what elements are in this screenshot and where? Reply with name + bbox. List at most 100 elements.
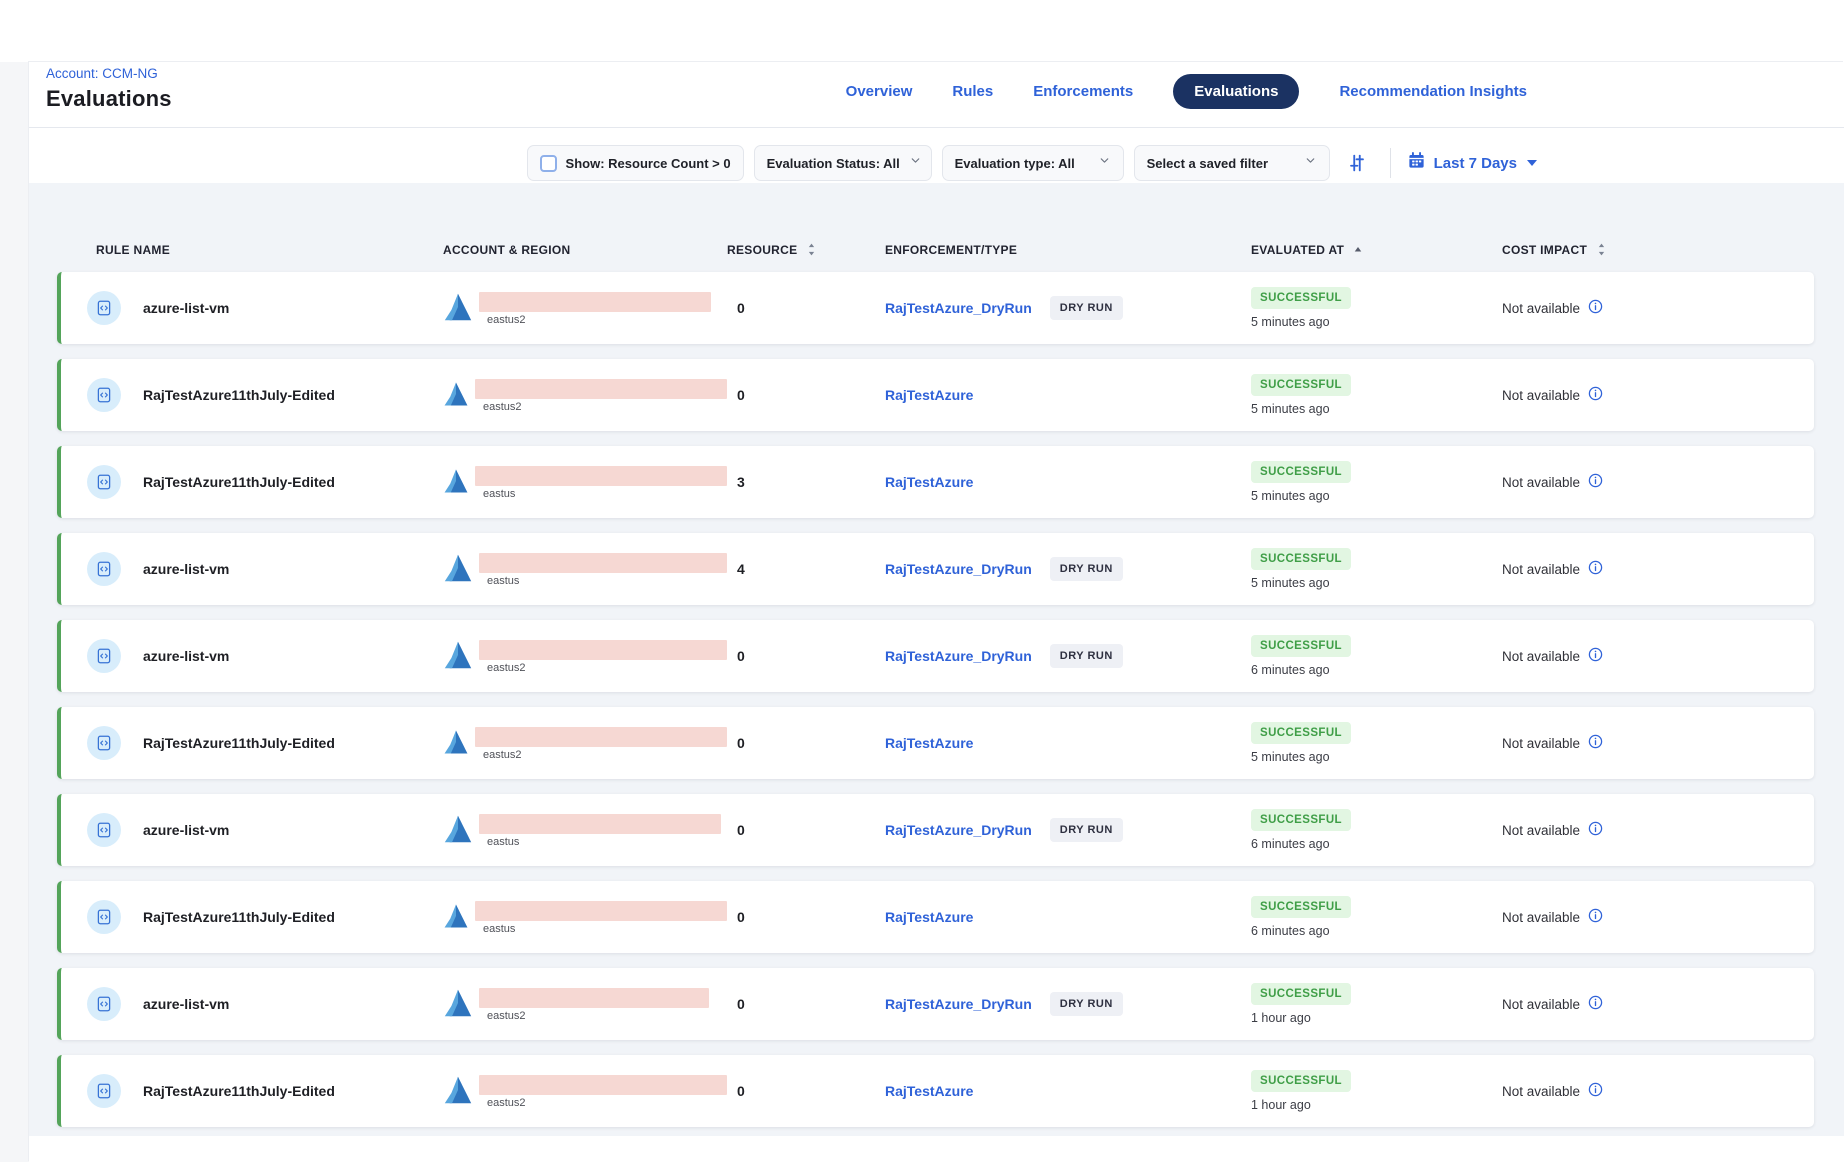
info-icon[interactable]	[1587, 733, 1604, 753]
enforcement-link[interactable]: RajTestAzure_DryRun	[885, 300, 1032, 316]
enforcement-link[interactable]: RajTestAzure_DryRun	[885, 648, 1032, 664]
redacted-account-name	[479, 1075, 727, 1095]
enforcement-link[interactable]: RajTestAzure	[885, 909, 973, 925]
cost-impact-cell: Not available	[1502, 472, 1814, 492]
resource-count: 0	[727, 909, 885, 925]
resource-count-checkbox[interactable]	[540, 155, 557, 172]
rule-cell: RajTestAzure11thJuly-Edited	[61, 378, 443, 412]
table-row[interactable]: azure-list-vm eastus 4 RajTestAzure_DryR…	[57, 533, 1814, 605]
evaluated-time: 1 hour ago	[1251, 1011, 1311, 1025]
cost-impact-cell: Not available	[1502, 820, 1814, 840]
region-label: eastus	[487, 575, 727, 587]
nav-enforcements[interactable]: Enforcements	[1033, 83, 1133, 100]
rule-name: azure-list-vm	[143, 996, 229, 1012]
status-badge: SUCCESSFUL	[1251, 287, 1351, 309]
evaluated-at-cell: SUCCESSFUL 1 hour ago	[1251, 983, 1502, 1025]
enforcement-link[interactable]: RajTestAzure_DryRun	[885, 996, 1032, 1012]
evaluated-time: 6 minutes ago	[1251, 663, 1330, 677]
sort-icon[interactable]	[805, 242, 818, 257]
info-icon[interactable]	[1587, 298, 1604, 318]
account-region-cell: eastus	[443, 465, 727, 500]
evaluated-time: 6 minutes ago	[1251, 924, 1330, 938]
col-resource[interactable]: RESOURCE	[727, 242, 885, 257]
rule-cell: RajTestAzure11thJuly-Edited	[61, 726, 443, 760]
info-icon[interactable]	[1587, 994, 1604, 1014]
sort-icon[interactable]	[1595, 242, 1608, 257]
enforcement-link[interactable]: RajTestAzure	[885, 474, 973, 490]
evaluated-at-cell: SUCCESSFUL 5 minutes ago	[1251, 722, 1502, 764]
redacted-account-name	[479, 553, 727, 573]
redacted-account-name	[479, 988, 709, 1008]
resource-count: 0	[727, 300, 885, 316]
enforcement-link[interactable]: RajTestAzure	[885, 1083, 973, 1099]
account-region-cell: eastus2	[443, 987, 727, 1022]
caret-down-icon	[1527, 160, 1537, 166]
region-label: eastus2	[487, 314, 711, 326]
table-row[interactable]: azure-list-vm eastus2 0 RajTestAzure_Dry…	[57, 620, 1814, 692]
resource-count: 0	[727, 387, 885, 403]
nav-evaluations-active[interactable]: Evaluations	[1173, 74, 1299, 109]
table-row[interactable]: azure-list-vm eastus2 0 RajTestAzure_Dry…	[57, 968, 1814, 1040]
table-row[interactable]: RajTestAzure11thJuly-Edited eastus2 0 Ra…	[57, 707, 1814, 779]
sort-asc-icon[interactable]	[1352, 245, 1364, 255]
info-icon[interactable]	[1587, 1081, 1604, 1101]
table-row[interactable]: RajTestAzure11thJuly-Edited eastus 0 Raj…	[57, 881, 1814, 953]
dry-run-badge: DRY RUN	[1050, 818, 1123, 842]
col-evaluated-at[interactable]: EVALUATED AT	[1251, 243, 1502, 257]
info-icon[interactable]	[1587, 472, 1604, 492]
status-badge: SUCCESSFUL	[1251, 722, 1351, 744]
dry-run-badge: DRY RUN	[1050, 644, 1123, 668]
nav-recommendation-insights[interactable]: Recommendation Insights	[1339, 83, 1527, 100]
rule-cell: azure-list-vm	[61, 291, 443, 325]
table-row[interactable]: RajTestAzure11thJuly-Edited eastus2 0 Ra…	[57, 1055, 1814, 1127]
azure-icon	[443, 291, 473, 323]
info-icon[interactable]	[1587, 559, 1604, 579]
col-cost-impact[interactable]: COST IMPACT	[1502, 242, 1814, 257]
enforcement-link[interactable]: RajTestAzure	[885, 735, 973, 751]
table-row[interactable]: RajTestAzure11thJuly-Edited eastus 3 Raj…	[57, 446, 1814, 518]
evaluation-status-select[interactable]: Evaluation Status: All	[754, 145, 932, 181]
resource-count: 0	[727, 648, 885, 664]
table-row[interactable]: RajTestAzure11thJuly-Edited eastus2 0 Ra…	[57, 359, 1814, 431]
nav-rules[interactable]: Rules	[952, 83, 993, 100]
table-row[interactable]: azure-list-vm eastus2 0 RajTestAzure_Dry…	[57, 272, 1814, 344]
enforcement-link[interactable]: RajTestAzure_DryRun	[885, 822, 1032, 838]
filter-divider	[1390, 148, 1391, 178]
enforcement-cell: RajTestAzure	[885, 387, 1251, 403]
region-label: eastus2	[487, 662, 727, 674]
evaluation-type-select[interactable]: Evaluation type: All	[942, 145, 1124, 181]
region-label: eastus	[483, 488, 727, 500]
enforcement-link[interactable]: RajTestAzure_DryRun	[885, 561, 1032, 577]
enforcement-link[interactable]: RajTestAzure	[885, 387, 973, 403]
rule-name: RajTestAzure11thJuly-Edited	[143, 474, 335, 490]
info-icon[interactable]	[1587, 820, 1604, 840]
date-range-picker[interactable]: Last 7 Days	[1407, 151, 1537, 175]
rule-avatar	[87, 726, 121, 760]
evaluated-at-cell: SUCCESSFUL 5 minutes ago	[1251, 548, 1502, 590]
evaluated-at-cell: SUCCESSFUL 5 minutes ago	[1251, 287, 1502, 329]
col-enforcement-type: ENFORCEMENT/TYPE	[885, 243, 1251, 257]
cost-impact-cell: Not available	[1502, 385, 1814, 405]
rule-avatar	[87, 900, 121, 934]
cost-impact-cell: Not available	[1502, 1081, 1814, 1101]
info-icon[interactable]	[1587, 907, 1604, 927]
evaluated-at-cell: SUCCESSFUL 6 minutes ago	[1251, 896, 1502, 938]
enforcement-cell: RajTestAzure	[885, 1083, 1251, 1099]
breadcrumb[interactable]: Account: CCM-NG	[46, 66, 158, 81]
info-icon[interactable]	[1587, 385, 1604, 405]
cost-impact-cell: Not available	[1502, 907, 1814, 927]
info-icon[interactable]	[1587, 646, 1604, 666]
header-divider	[29, 127, 1844, 128]
saved-filter-select[interactable]: Select a saved filter	[1134, 145, 1330, 181]
region-label: eastus2	[487, 1097, 727, 1109]
filter-sliders-button[interactable]	[1340, 146, 1374, 180]
rule-cell: RajTestAzure11thJuly-Edited	[61, 465, 443, 499]
cost-impact-value: Not available	[1502, 475, 1580, 490]
table-row[interactable]: azure-list-vm eastus 0 RajTestAzure_DryR…	[57, 794, 1814, 866]
enforcement-cell: RajTestAzure	[885, 735, 1251, 751]
resource-count-filter[interactable]: Show: Resource Count > 0	[527, 145, 744, 181]
nav-overview[interactable]: Overview	[846, 83, 913, 100]
resource-count: 0	[727, 822, 885, 838]
rule-code-icon	[95, 299, 113, 317]
status-badge: SUCCESSFUL	[1251, 896, 1351, 918]
